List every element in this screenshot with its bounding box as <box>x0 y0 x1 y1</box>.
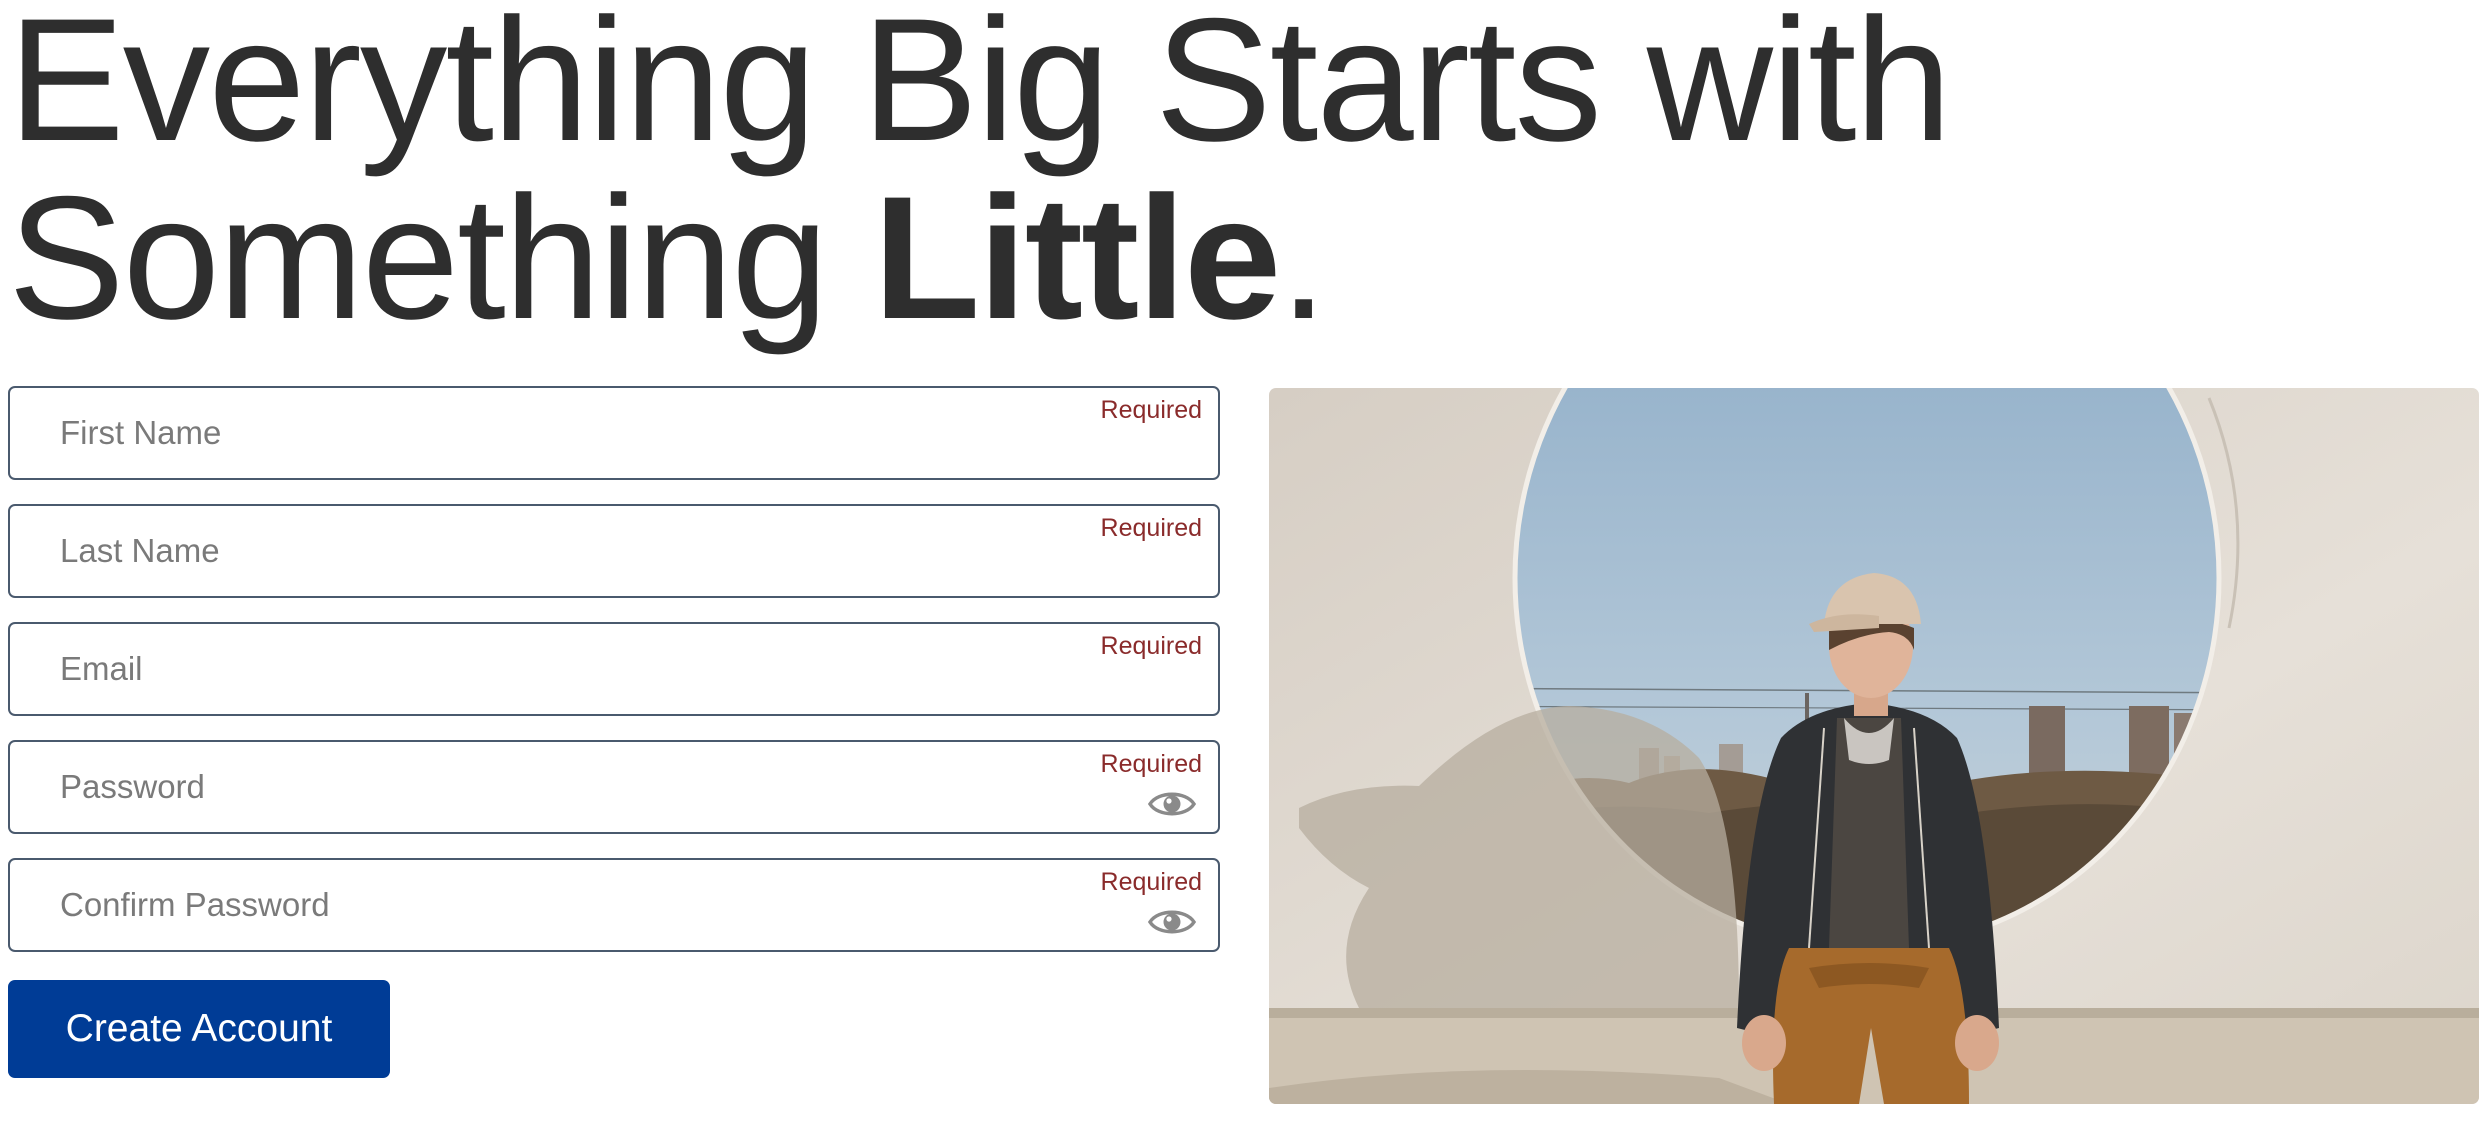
email-field: Required <box>8 622 1220 716</box>
create-account-form: Required Required Required Required Requ… <box>8 386 1220 1078</box>
first-name-input[interactable] <box>10 388 1218 478</box>
email-required-label: Required <box>1100 632 1202 660</box>
password-field: Required <box>8 740 1220 834</box>
headline-line-2-bold: Little <box>873 161 1281 356</box>
first-name-field: Required <box>8 386 1220 480</box>
password-eye-icon[interactable] <box>1148 788 1196 820</box>
email-input[interactable] <box>10 624 1218 714</box>
hero-photo <box>1269 388 2479 1104</box>
confirm-password-input[interactable] <box>10 860 1218 950</box>
hero-photo-illustration <box>1269 388 2479 1104</box>
page-headline: Everything Big Starts with Something Lit… <box>8 0 1952 348</box>
password-required-label: Required <box>1100 750 1202 778</box>
password-input[interactable] <box>10 742 1218 832</box>
create-account-button[interactable]: Create Account <box>8 980 390 1078</box>
last-name-field: Required <box>8 504 1220 598</box>
confirm-password-required-label: Required <box>1100 868 1202 896</box>
headline-line-2-plain: Something <box>8 161 874 356</box>
first-name-required-label: Required <box>1100 396 1202 424</box>
headline-line-2-end: . <box>1279 161 1328 356</box>
last-name-input[interactable] <box>10 506 1218 596</box>
confirm-password-eye-icon[interactable] <box>1148 906 1196 938</box>
headline-line-1: Everything Big Starts with <box>8 0 1952 178</box>
confirm-password-field: Required <box>8 858 1220 952</box>
last-name-required-label: Required <box>1100 514 1202 542</box>
